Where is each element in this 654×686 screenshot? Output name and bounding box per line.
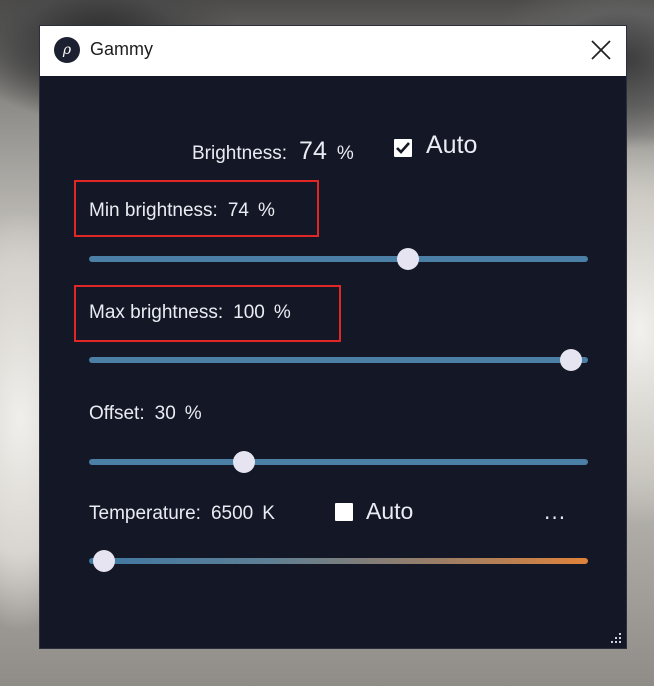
close-button[interactable] [574,26,626,76]
brightness-auto-label[interactable]: Auto [426,131,477,160]
min-brightness-thumb[interactable] [397,248,420,270]
resize-grip-icon[interactable] [610,632,622,644]
offset-value: 30 [154,403,176,424]
temperature-slider[interactable] [89,549,588,573]
checkmark-icon [396,142,410,154]
window-title: Gammy [90,39,153,59]
offset-slider[interactable] [89,450,588,474]
offset-thumb[interactable] [232,451,255,473]
min-brightness-row: Min brightness: 74% [89,200,275,222]
temperature-auto-checkbox[interactable] [335,503,353,521]
temperature-unit: K [262,503,275,524]
brightness-row: Brightness: 74% [192,137,354,166]
min-brightness-track [89,256,588,262]
title-bar[interactable]: ρ Gammy [40,26,626,76]
max-brightness-row: Max brightness: 100% [89,302,291,324]
temperature-auto-label[interactable]: Auto [366,498,413,525]
brightness-auto-checkbox[interactable] [394,139,412,157]
temperature-label: Temperature: [89,503,201,524]
offset-unit: % [184,403,202,424]
temperature-thumb[interactable] [92,550,115,572]
max-brightness-unit: % [273,302,291,323]
max-brightness-label: Max brightness: [89,302,224,323]
offset-row: Offset: 30% [89,403,202,425]
min-brightness-unit: % [257,200,275,221]
min-brightness-label: Min brightness: [89,200,218,221]
temperature-row: Temperature: 6500 K [89,503,275,525]
temperature-track [89,558,588,564]
min-brightness-value: 74 [227,200,249,221]
offset-track [89,459,588,465]
brightness-unit: % [336,143,354,164]
max-brightness-track [89,357,588,363]
offset-label: Offset: [89,403,145,424]
brightness-label: Brightness: [192,143,288,164]
close-icon [591,40,611,60]
min-brightness-slider[interactable] [89,247,588,271]
brightness-value: 74 [299,137,327,165]
max-brightness-thumb[interactable] [559,349,582,371]
max-brightness-slider[interactable] [89,348,588,372]
max-brightness-value: 100 [233,302,265,323]
gammy-app-icon: ρ [54,37,80,63]
temperature-more-button[interactable]: ... [544,500,566,524]
temperature-value: 6500 [210,503,254,524]
gammy-window: ρ Gammy Brightness: 74% Auto Min brightne… [40,26,626,648]
